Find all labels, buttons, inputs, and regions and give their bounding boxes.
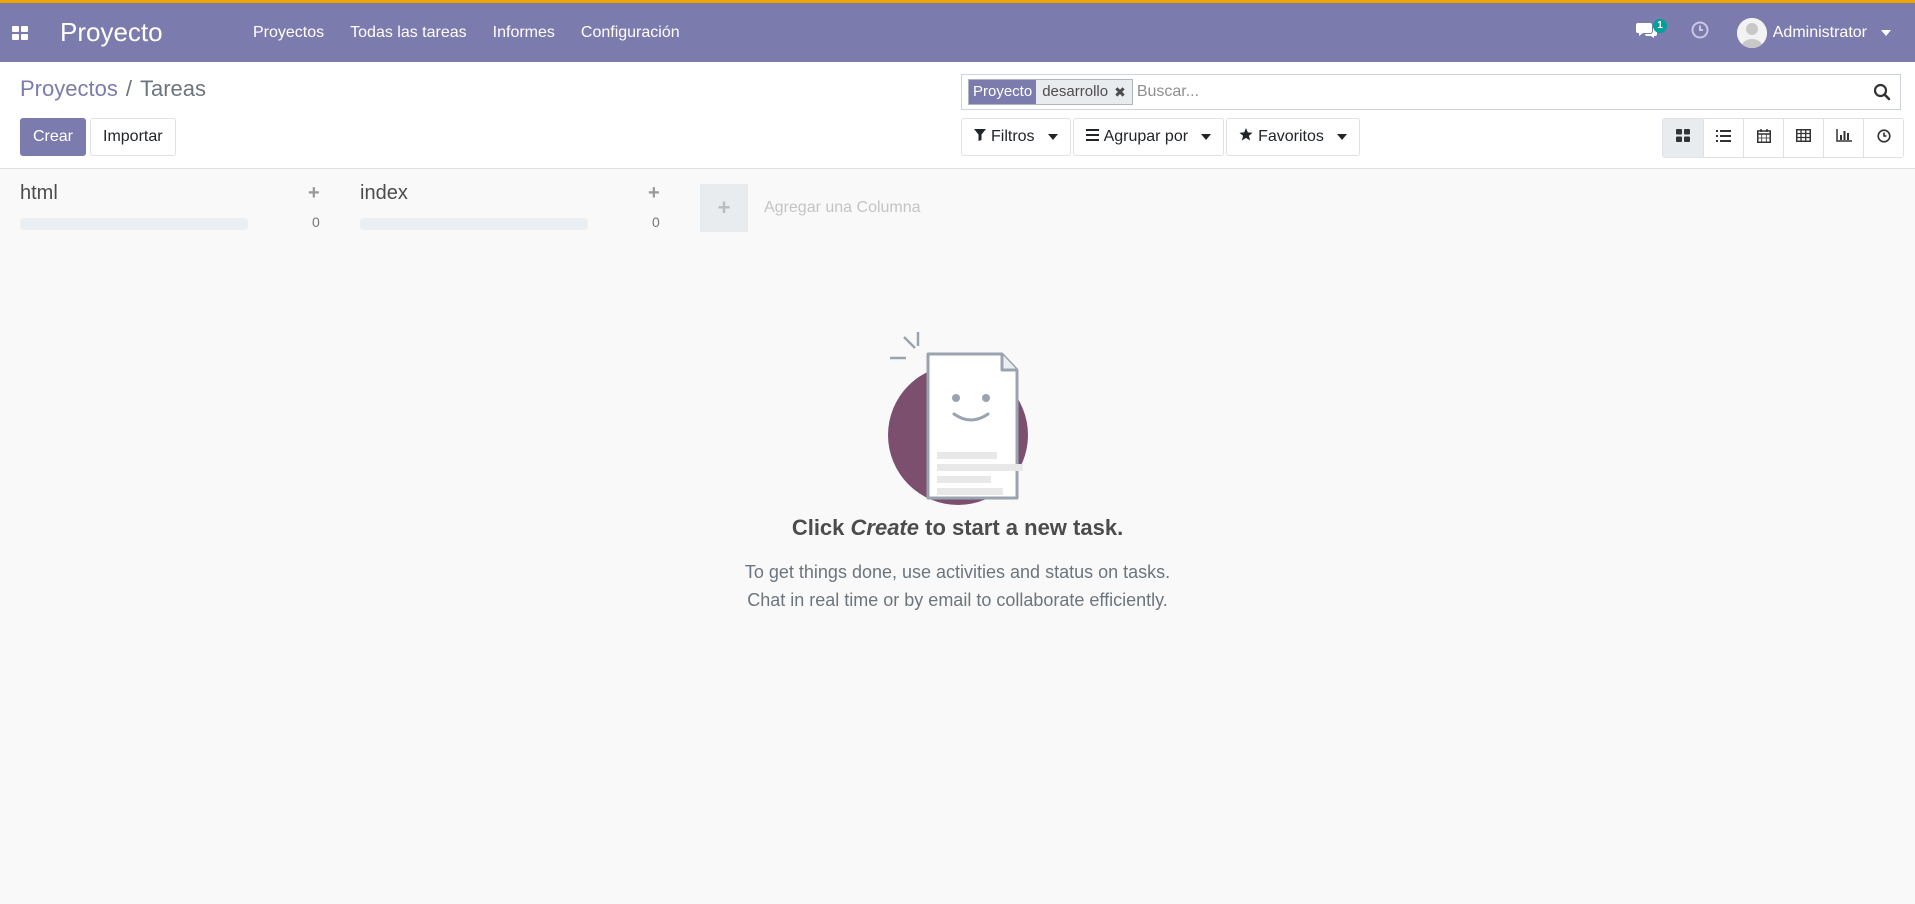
breadcrumb-separator: /: [125, 76, 132, 101]
messages-badge: 1: [1653, 18, 1667, 33]
pivot-icon: [1796, 129, 1811, 147]
add-task-icon[interactable]: +: [308, 182, 320, 205]
apps-menu-icon[interactable]: [0, 3, 40, 62]
search-icon[interactable]: [1864, 75, 1900, 109]
add-column-button[interactable]: + Agregar una Columna: [700, 184, 921, 232]
menu-item-proyectos[interactable]: Proyectos: [240, 3, 337, 62]
search-facet: Proyecto desarrollo ✖: [968, 79, 1133, 105]
smiling-document-icon: [882, 330, 1032, 511]
favorites-label: Favoritos: [1258, 128, 1324, 145]
menu-item-configuracion[interactable]: Configuración: [568, 3, 693, 62]
facet-label: Proyecto: [969, 80, 1037, 104]
filters-label: Filtros: [991, 128, 1035, 145]
user-name: Administrator: [1772, 23, 1867, 41]
breadcrumb: Proyectos / Tareas: [20, 76, 206, 102]
star-icon: [1239, 128, 1253, 146]
chevron-down-icon: [1201, 134, 1212, 140]
graph-icon: [1835, 129, 1852, 147]
add-column-label: Agregar una Columna: [764, 199, 921, 216]
groupby-label: Agrupar por: [1103, 128, 1189, 145]
activity-icon: [1876, 128, 1891, 148]
kanban-icon: [1676, 129, 1690, 147]
helper-line-2: Chat in real time or by email to collabo…: [747, 590, 1168, 610]
main-menu: Proyectos Todas las tareas Informes Conf…: [240, 3, 693, 62]
messaging-menu[interactable]: 1: [1627, 13, 1667, 53]
kanban-view-button[interactable]: [1663, 119, 1703, 157]
create-button[interactable]: Crear: [20, 118, 87, 156]
calendar-view-button[interactable]: [1743, 119, 1783, 157]
menu-item-informes[interactable]: Informes: [480, 3, 568, 62]
breadcrumb-proyectos[interactable]: Proyectos: [20, 76, 118, 102]
close-icon[interactable]: ✖: [1114, 80, 1126, 104]
activity-view-button[interactable]: [1863, 119, 1903, 157]
chevron-down-icon: [1047, 134, 1058, 140]
avatar: [1736, 17, 1767, 48]
facet-value: desarrollo ✖: [1036, 80, 1132, 104]
helper-title-post: to start a new task.: [919, 515, 1124, 540]
page-title: Tareas: [139, 76, 206, 101]
user-menu[interactable]: Administrator: [1736, 17, 1891, 48]
column-title[interactable]: index: [360, 182, 408, 205]
column-progress-bar: [20, 218, 248, 230]
clock-icon: [1691, 21, 1709, 44]
list-icon: [1716, 129, 1731, 147]
graph-view-button[interactable]: [1823, 119, 1863, 157]
column-count: 0: [652, 214, 660, 230]
favorites-dropdown[interactable]: Favoritos: [1226, 118, 1360, 156]
helper-line-1: To get things done, use activities and s…: [744, 562, 1171, 582]
chevron-down-icon: [1881, 29, 1891, 36]
control-panel: Proyectos / Tareas Crear Importar Proyec…: [0, 62, 1915, 169]
facet-value-text: desarrollo: [1042, 83, 1109, 100]
import-button[interactable]: Importar: [90, 118, 176, 156]
helper-title-em: Create: [850, 515, 919, 540]
column-count: 0: [312, 214, 320, 230]
top-navbar: Proyecto Proyectos Todas las tareas Info…: [0, 0, 1915, 62]
filters-dropdown[interactable]: Filtros: [961, 118, 1071, 156]
column-title[interactable]: html: [20, 182, 58, 205]
helper-title: Click Create to start a new task.: [0, 515, 1915, 541]
activity-menu[interactable]: [1685, 13, 1715, 53]
add-task-icon[interactable]: +: [648, 182, 660, 205]
systray: 1 Administrator: [1627, 3, 1915, 62]
helper-title-pre: Click: [791, 515, 851, 540]
column-progress-bar: [360, 218, 588, 230]
search-options: Filtros Agrupar por Favoritos: [961, 118, 1360, 156]
menu-item-todas-las-tareas[interactable]: Todas las tareas: [337, 3, 480, 62]
pivot-view-button[interactable]: [1783, 119, 1823, 157]
app-brand[interactable]: Proyecto: [60, 17, 240, 48]
list-view-button[interactable]: [1703, 119, 1743, 157]
groupby-dropdown[interactable]: Agrupar por: [1072, 118, 1225, 156]
plus-icon: +: [700, 184, 748, 232]
search-bar: Proyecto desarrollo ✖: [961, 74, 1901, 110]
calendar-icon: [1756, 128, 1771, 148]
filter-icon: [974, 128, 986, 146]
bars-icon: [1085, 128, 1099, 146]
search-input[interactable]: [1136, 83, 1864, 101]
view-switcher: [1662, 118, 1904, 158]
chevron-down-icon: [1336, 134, 1347, 140]
